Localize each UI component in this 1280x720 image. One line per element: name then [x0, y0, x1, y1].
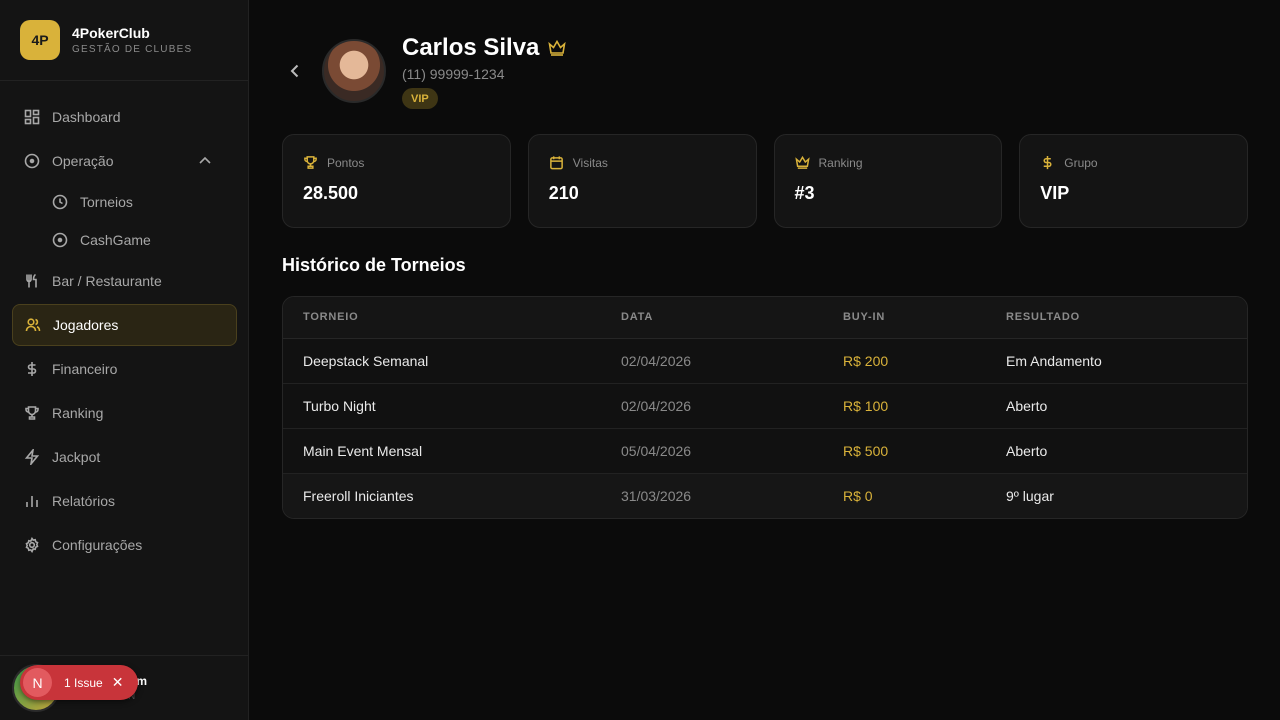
sidebar-item-configuracoes[interactable]: Configurações [12, 523, 237, 567]
sidebar-item-torneios[interactable]: Torneios [12, 183, 237, 221]
stat-value: 210 [548, 183, 579, 203]
cell-data: 02/04/2026 [601, 383, 823, 429]
sidebar-item-label: Bar / Restaurante [52, 273, 162, 289]
bar-chart-icon [24, 493, 40, 509]
sidebar-item-dashboard[interactable]: Dashboard [12, 95, 237, 139]
cell-resultado: Aberto [986, 383, 1247, 429]
crown-icon [794, 155, 810, 169]
stat-card-visitas: Visitas 210 [527, 134, 757, 228]
vip-badge: VIP [402, 88, 438, 109]
issue-label: 1 Issue [64, 675, 103, 690]
stat-label: Pontos [327, 155, 365, 170]
sidebar-item-label: Configurações [52, 537, 143, 553]
stat-value: VIP [1040, 183, 1070, 203]
stat-card-pontos: Pontos 28.500 [282, 134, 511, 228]
cell-buy-in: R$ 100 [823, 383, 986, 429]
brand-subtitle: GESTÃO DE CLUBES [72, 44, 193, 55]
sidebar: 4P 4PokerClub GESTÃO DE CLUBES Dashboard… [0, 0, 249, 720]
issue-badge[interactable]: N 1 Issue ✕ [20, 665, 138, 700]
stat-label: Ranking [818, 155, 863, 170]
back-button[interactable] [284, 60, 306, 82]
cell-torneio: Turbo Night [283, 383, 601, 429]
stat-value: 28.500 [303, 183, 359, 203]
sidebar-item-jackpot[interactable]: Jackpot [12, 435, 237, 479]
sidebar-item-label: Dashboard [52, 109, 121, 125]
stat-label: Visitas [572, 155, 608, 170]
cell-buy-in: R$ 500 [823, 428, 986, 474]
table-row[interactable]: Main Event Mensal 05/04/2026 R$ 500 Aber… [283, 428, 1247, 474]
sidebar-item-label: Ranking [52, 405, 104, 421]
table-header-row: TORNEIO DATA BUY-IN RESULTADO [283, 297, 1247, 339]
dollar-icon [1043, 155, 1052, 170]
sidebar-nav: Dashboard Operação Torneios CashGame Bar… [12, 95, 237, 567]
stats-row: Pontos 28.500 Visitas 210 Ranking #3 Gru… [282, 134, 1248, 228]
calendar-icon [549, 156, 563, 170]
player-name-row: Carlos Silva [402, 34, 567, 62]
brand-name: 4PokerClub [72, 25, 150, 41]
lightning-icon [24, 449, 40, 465]
stat-label: Grupo [1064, 155, 1098, 170]
cell-buy-in: R$ 200 [823, 338, 986, 384]
clock-icon [52, 194, 68, 210]
column-header-data[interactable]: DATA [601, 297, 823, 339]
trophy-icon [304, 156, 317, 169]
sidebar-item-label: Torneios [80, 194, 133, 210]
logo: 4P [20, 20, 60, 60]
users-icon [25, 317, 41, 333]
cell-data: 31/03/2026 [601, 473, 823, 518]
cell-data: 02/04/2026 [601, 338, 823, 384]
sidebar-item-ranking[interactable]: Ranking [12, 391, 237, 435]
chevron-up-icon[interactable] [197, 153, 213, 169]
cell-resultado: Aberto [986, 428, 1247, 474]
player-avatar [322, 39, 386, 103]
target-icon [24, 153, 40, 169]
table-row[interactable]: Deepstack Semanal 02/04/2026 R$ 200 Em A… [283, 338, 1247, 384]
sidebar-item-bar-restaurante[interactable]: Bar / Restaurante [12, 259, 237, 303]
column-header-resultado[interactable]: RESULTADO [986, 297, 1247, 339]
cell-torneio: Freeroll Iniciantes [283, 473, 601, 518]
column-header-torneio[interactable]: TORNEIO [283, 297, 601, 339]
column-header-buy-in[interactable]: BUY-IN [823, 297, 986, 339]
sidebar-item-label: Jackpot [52, 449, 101, 465]
stat-card-ranking: Ranking #3 [773, 134, 1003, 228]
sidebar-item-label: CashGame [80, 232, 151, 248]
next-logo-icon: N [23, 668, 52, 697]
dollar-icon [24, 361, 40, 377]
table-row[interactable]: Freeroll Iniciantes 31/03/2026 R$ 0 9º l… [283, 473, 1247, 518]
brand: 4P 4PokerClub GESTÃO DE CLUBES [0, 0, 248, 81]
sidebar-item-label: Relatórios [52, 493, 116, 509]
chevron-left-icon [290, 64, 299, 78]
utensils-icon [24, 273, 40, 289]
cell-resultado: Em Andamento [986, 338, 1247, 384]
close-icon[interactable]: ✕ [112, 674, 124, 691]
sidebar-item-operacao[interactable]: Operação [12, 139, 237, 183]
stat-value: #3 [794, 183, 815, 203]
gear-icon [24, 537, 40, 553]
sidebar-item-cashgame[interactable]: CashGame [12, 221, 237, 259]
crown-icon [548, 39, 567, 56]
stat-card-grupo: Grupo VIP [1019, 134, 1248, 228]
cell-torneio: Deepstack Semanal [283, 338, 601, 384]
sidebar-item-label: Jogadores [53, 317, 119, 333]
cell-resultado: 9º lugar [986, 473, 1247, 518]
cell-data: 05/04/2026 [601, 428, 823, 474]
sidebar-item-jogadores[interactable]: Jogadores [12, 304, 237, 346]
user-footer[interactable]: im N N 1 Issue ✕ [0, 655, 249, 720]
trophy-icon [24, 405, 40, 421]
cell-torneio: Main Event Mensal [283, 428, 601, 474]
section-title: Histórico de Torneios [282, 255, 466, 275]
sidebar-item-financeiro[interactable]: Financeiro [12, 347, 237, 391]
dashboard-icon [24, 109, 40, 125]
sidebar-item-relatorios[interactable]: Relatórios [12, 479, 237, 523]
sidebar-item-label: Operação [52, 153, 114, 169]
target-icon [52, 232, 68, 248]
table-row[interactable]: Turbo Night 02/04/2026 R$ 100 Aberto [283, 383, 1247, 429]
cell-buy-in: R$ 0 [823, 473, 986, 518]
sidebar-item-label: Financeiro [52, 361, 118, 377]
player-name: Carlos Silva [402, 34, 540, 61]
player-phone: (11) 99999-1234 [402, 66, 505, 82]
tournament-history-table: TORNEIO DATA BUY-IN RESULTADO Deepstack … [282, 296, 1248, 519]
